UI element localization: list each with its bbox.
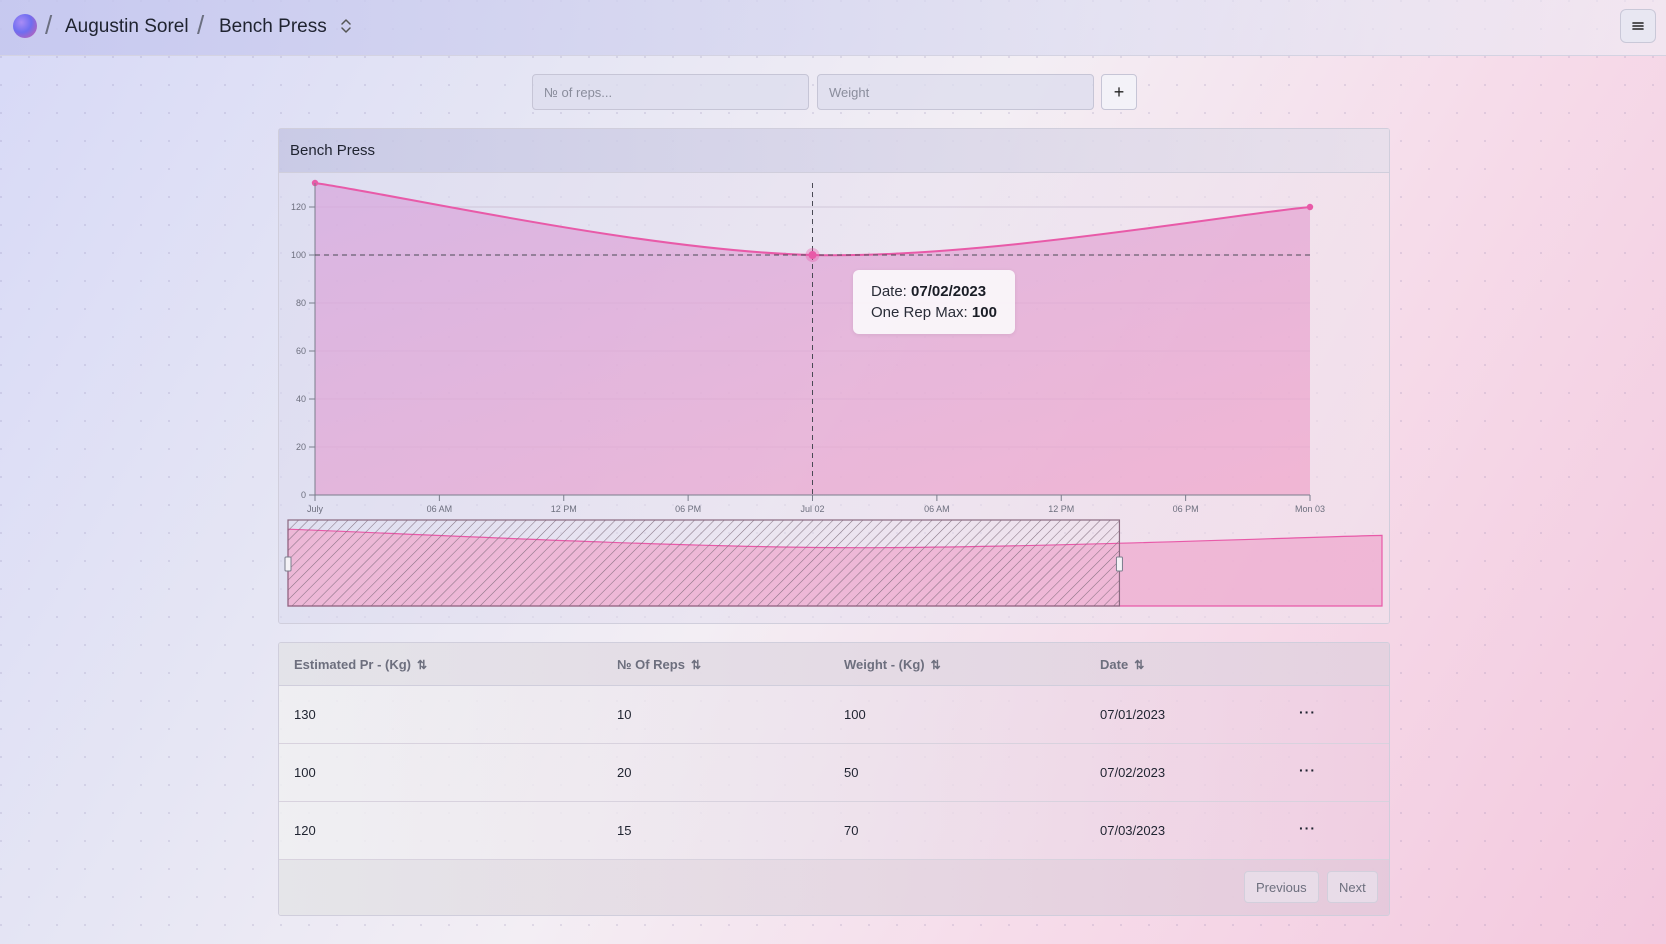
table-row: 130 10 100 07/01/2023 ··· <box>279 686 1389 744</box>
top-bar: / Augustin Sorel / Bench Press <box>0 0 1666 56</box>
cell-reps: 15 <box>617 823 632 838</box>
menu-button[interactable] <box>1620 9 1656 43</box>
navigator-selection[interactable] <box>287 519 1121 607</box>
row-actions-icon[interactable]: ··· <box>1299 762 1316 778</box>
tooltip-date-value: 07/02/2023 <box>911 283 987 300</box>
one-rep-max-chart[interactable]: 0 20 40 60 80 100 120 July 06 AM 12 PM 06 PM Jul 02… <box>279 173 1389 623</box>
chart-area: 0 20 40 60 80 100 120 July 06 AM 12 PM 06 PM Jul 02… <box>279 173 1389 623</box>
y-tick-label: 120 <box>291 202 306 212</box>
y-tick-label: 80 <box>296 298 306 308</box>
column-header-reps[interactable]: № Of Reps ⇅ <box>617 657 701 672</box>
cell-date: 07/02/2023 <box>1100 765 1166 780</box>
chevron-up-down-icon[interactable] <box>339 16 353 36</box>
table-header: Estimated Pr - (Kg) ⇅ № Of Reps ⇅ Weight… <box>279 643 1389 686</box>
x-tick-label: 12 PM <box>551 504 577 514</box>
navigator-handle-left[interactable] <box>284 556 292 572</box>
column-label: № Of Reps <box>617 657 685 672</box>
x-tick-label: 06 AM <box>427 504 453 514</box>
breadcrumb-separator: / <box>197 10 205 40</box>
cell-weight: 50 <box>844 765 859 780</box>
breadcrumb-separator: / <box>45 10 53 40</box>
cell-estimated-pr: 130 <box>294 707 316 722</box>
column-label: Date <box>1100 657 1129 672</box>
column-header-estimated-pr[interactable]: Estimated Pr - (Kg) ⇅ <box>294 657 427 672</box>
tooltip-date-label: Date: <box>871 283 907 300</box>
x-tick-label: 06 PM <box>1173 504 1199 514</box>
cell-weight: 70 <box>844 823 859 838</box>
chart-card: Bench Press 0 20 40 60 80 100 120 July 06 AM 12 P… <box>278 128 1390 624</box>
cell-estimated-pr: 100 <box>294 765 316 780</box>
cell-estimated-pr: 120 <box>294 823 316 838</box>
cell-date: 07/01/2023 <box>1100 707 1166 722</box>
y-tick-label: 20 <box>296 442 306 452</box>
sort-icon[interactable]: ⇅ <box>691 658 701 672</box>
reps-input[interactable] <box>532 74 809 110</box>
active-point <box>808 251 817 259</box>
breadcrumb-exercise[interactable]: Bench Press <box>219 16 327 38</box>
breadcrumb-user[interactable]: Augustin Sorel <box>65 16 189 38</box>
weight-input[interactable] <box>817 74 1094 110</box>
x-tick-label: Jul 02 <box>800 504 824 514</box>
chart-tooltip: Date: 07/02/2023 One Rep Max: 100 <box>853 270 1015 334</box>
chart-card-title: Bench Press <box>279 129 1389 173</box>
row-actions-icon[interactable]: ··· <box>1299 704 1316 720</box>
navigator-handle-right[interactable] <box>1115 556 1123 572</box>
tooltip-value-label: One Rep Max: <box>871 304 968 321</box>
table-row: 120 15 70 07/03/2023 ··· <box>279 802 1389 860</box>
app-logo[interactable] <box>13 14 37 38</box>
sets-table: Estimated Pr - (Kg) ⇅ № Of Reps ⇅ Weight… <box>278 642 1390 916</box>
table-footer: Previous Next <box>279 860 1389 915</box>
table-row: 100 20 50 07/02/2023 ··· <box>279 744 1389 802</box>
column-header-weight[interactable]: Weight - (Kg) ⇅ <box>844 657 941 672</box>
y-tick-label: 0 <box>301 490 306 500</box>
cell-date: 07/03/2023 <box>1100 823 1166 838</box>
data-point <box>1306 203 1314 211</box>
y-tick-label: 60 <box>296 346 306 356</box>
y-tick-label: 100 <box>291 250 306 260</box>
cell-reps: 20 <box>617 765 632 780</box>
hamburger-icon <box>1632 22 1644 30</box>
column-label: Weight - (Kg) <box>844 657 925 672</box>
x-tick-label: 06 PM <box>675 504 701 514</box>
column-header-date[interactable]: Date ⇅ <box>1100 657 1144 672</box>
y-tick-label: 40 <box>296 394 306 404</box>
cell-reps: 10 <box>617 707 632 722</box>
x-tick-label: 06 AM <box>924 504 950 514</box>
next-page-button[interactable]: Next <box>1327 871 1378 903</box>
x-tick-label: 12 PM <box>1048 504 1074 514</box>
x-tick-label: July <box>307 504 324 514</box>
add-set-button[interactable]: + <box>1101 74 1137 110</box>
column-label: Estimated Pr - (Kg) <box>294 657 412 672</box>
previous-page-button[interactable]: Previous <box>1244 871 1319 903</box>
sort-icon[interactable]: ⇅ <box>931 658 941 672</box>
sort-icon[interactable]: ⇅ <box>1134 658 1144 672</box>
x-tick-label: Mon 03 <box>1295 504 1325 514</box>
sort-icon[interactable]: ⇅ <box>417 658 427 672</box>
cell-weight: 100 <box>844 707 866 722</box>
tooltip-value: 100 <box>971 304 997 321</box>
row-actions-icon[interactable]: ··· <box>1299 820 1316 836</box>
